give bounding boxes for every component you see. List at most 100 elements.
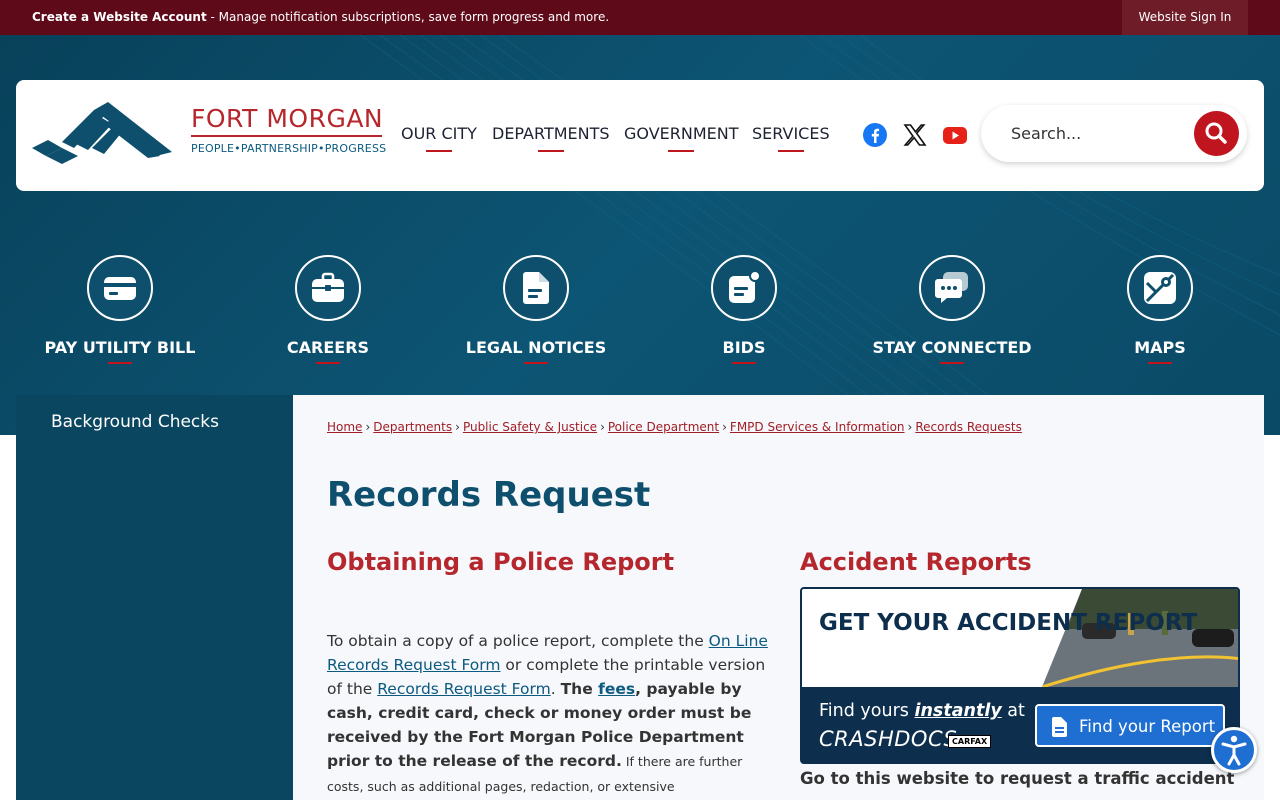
youtube-icon[interactable] — [942, 122, 968, 148]
find-your-report-button[interactable]: Find your Report — [1035, 704, 1225, 747]
text-segment: . — [550, 680, 561, 698]
quick-link-underline — [1148, 362, 1172, 364]
accessibility-button[interactable] — [1211, 727, 1257, 773]
nav-label: OUR CITY — [401, 124, 477, 143]
bid-document-icon — [729, 271, 761, 303]
quick-link-label: STAY CONNECTED — [872, 338, 1032, 357]
nav-underline — [537, 150, 564, 152]
police-report-text: To obtain a copy of a police report, com… — [327, 629, 772, 799]
nav-underline — [425, 150, 452, 152]
search-icon — [1205, 122, 1227, 144]
quick-link-label: LEGAL NOTICES — [465, 338, 607, 357]
quick-link-label: PAY UTILITY BILL — [44, 338, 196, 357]
brand-tagline: PEOPLE•PARTNERSHIP•PROGRESS — [191, 142, 387, 155]
nav-departments[interactable]: DEPARTMENTS — [492, 124, 610, 152]
quick-link-circle — [295, 255, 361, 321]
quick-link-label: CAREERS — [286, 338, 370, 357]
accident-reports-heading: Accident Reports — [800, 548, 1032, 576]
search-button[interactable] — [1194, 111, 1239, 156]
search-box — [981, 105, 1247, 162]
main-content: Home › Departments › Public Safety & Justice… — [293, 395, 1264, 800]
quick-link-careers[interactable]: CAREERS — [224, 255, 432, 364]
sidebar-item-background-checks[interactable]: Background Checks — [51, 412, 219, 432]
brand-name: FORT MORGAN — [191, 104, 384, 133]
quick-link-underline — [108, 362, 132, 364]
quick-link-circle — [503, 255, 569, 321]
breadcrumb-home[interactable]: Home — [327, 420, 362, 434]
banner-title: GET YOUR ACCIDENT REPORT — [819, 610, 1198, 636]
quick-link-circle — [87, 255, 153, 321]
breadcrumb-departments[interactable]: Departments — [373, 420, 452, 434]
account-message: Create a Website Account - Manage notifi… — [32, 10, 609, 24]
quick-links: PAY UTILITY BILL CAREERS LEGAL NOTICES B… — [0, 255, 1280, 365]
quick-link-label: MAPS — [1134, 338, 1186, 357]
quick-link-stay-connected[interactable]: STAY CONNECTED — [848, 255, 1056, 364]
nav-underline — [668, 150, 695, 152]
nav-our-city[interactable]: OUR CITY — [401, 124, 477, 152]
nav-underline — [777, 150, 804, 152]
document-icon — [1052, 717, 1067, 737]
crashdocs-banner[interactable]: GET YOUR ACCIDENT REPORT Find yours inst… — [800, 587, 1240, 764]
breadcrumb-records-requests[interactable]: Records Requests — [915, 420, 1022, 434]
quick-link-maps[interactable]: MAPS — [1056, 255, 1264, 364]
nav-services[interactable]: SERVICES — [752, 124, 830, 152]
quick-link-underline — [316, 362, 340, 364]
breadcrumb-police-department[interactable]: Police Department — [608, 420, 719, 434]
search-input[interactable] — [1011, 120, 1181, 146]
fort-morgan-logo-icon[interactable] — [32, 102, 172, 164]
breadcrumb-separator: › — [365, 420, 371, 434]
breadcrumb-public-safety[interactable]: Public Safety & Justice — [463, 420, 597, 434]
text-segment: To obtain a copy of a police report, com… — [327, 632, 709, 650]
accessibility-icon — [1221, 735, 1247, 766]
document-icon — [523, 272, 549, 304]
quick-link-label: BIDS — [722, 338, 766, 357]
records-request-form-link[interactable]: Records Request Form — [377, 680, 551, 698]
accident-photo — [1042, 589, 1238, 687]
brand-rule — [191, 135, 382, 137]
page-title: Records Request — [327, 475, 651, 515]
quick-link-circle — [1127, 255, 1193, 321]
quick-link-underline — [524, 362, 548, 364]
website-sign-in-button[interactable]: Website Sign In — [1122, 0, 1248, 35]
quick-link-circle — [711, 255, 777, 321]
create-account-link[interactable]: Create a Website Account — [32, 10, 207, 24]
crashdocs-logo: CRASHDOCS — [819, 727, 958, 751]
sidebar: Background Checks — [16, 395, 293, 800]
crashdocs-instructions: Go to this website to request a traffic … — [800, 769, 1235, 788]
quick-link-legal-notices[interactable]: LEGAL NOTICES — [432, 255, 640, 364]
text-bold: The — [560, 680, 599, 698]
top-bar: Create a Website Account - Manage notifi… — [0, 0, 1280, 35]
breadcrumb-separator: › — [600, 420, 605, 434]
carfax-logo: CARFAX — [948, 735, 992, 748]
facebook-icon[interactable] — [862, 122, 888, 148]
breadcrumb-separator: › — [722, 420, 727, 434]
banner-find-text: Find yours instantly at — [819, 701, 1025, 721]
credit-card-icon — [104, 277, 136, 300]
brand-wordmark[interactable]: FORT MORGAN PEOPLE•PARTNERSHIP•PROGRESS — [191, 104, 386, 155]
find-prefix: Find yours — [819, 701, 915, 721]
find-report-label: Find your Report — [1079, 717, 1216, 736]
breadcrumb: Home › Departments › Public Safety & Justice… — [327, 420, 1022, 434]
nav-label: DEPARTMENTS — [492, 124, 610, 143]
x-icon[interactable] — [902, 122, 928, 148]
breadcrumb-separator: › — [455, 420, 460, 434]
quick-link-circle — [919, 255, 985, 321]
breadcrumb-fmpd-services[interactable]: FMPD Services & Information — [730, 420, 905, 434]
nav-government[interactable]: GOVERNMENT — [624, 124, 739, 152]
chat-bubbles-icon — [935, 272, 968, 303]
breadcrumb-separator: › — [907, 420, 913, 434]
account-message-text: - Manage notification subscriptions, sav… — [206, 10, 610, 24]
find-suffix: at — [1001, 701, 1025, 721]
site-header: FORT MORGAN PEOPLE•PARTNERSHIP•PROGRESS … — [16, 80, 1264, 191]
quick-link-bids[interactable]: BIDS — [640, 255, 848, 364]
briefcase-icon — [312, 272, 344, 302]
map-icon — [1144, 272, 1176, 304]
find-emphasis: instantly — [914, 701, 1002, 721]
nav-label: GOVERNMENT — [624, 124, 739, 143]
police-report-heading: Obtaining a Police Report — [327, 548, 675, 576]
fees-link[interactable]: fees — [598, 680, 635, 698]
quick-link-pay-utility-bill[interactable]: PAY UTILITY BILL — [16, 255, 224, 364]
nav-label: SERVICES — [752, 124, 830, 143]
quick-link-underline — [940, 362, 964, 364]
quick-link-underline — [732, 362, 756, 364]
